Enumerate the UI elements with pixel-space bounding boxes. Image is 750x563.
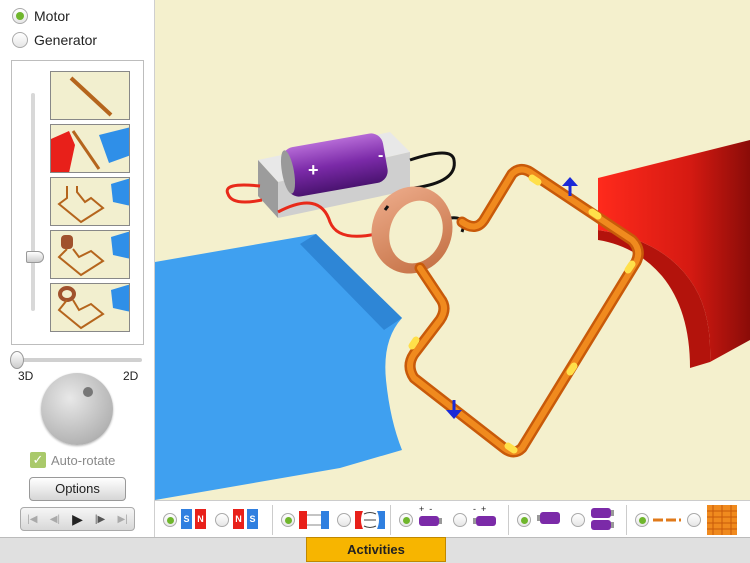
setup-slider-track[interactable] bbox=[31, 93, 35, 311]
step-forward-icon[interactable]: |▶ bbox=[92, 514, 108, 525]
activities-button[interactable]: Activities bbox=[306, 537, 446, 562]
thumb-straight-wire[interactable] bbox=[50, 71, 130, 120]
battery-reverse-icon[interactable]: - + bbox=[473, 505, 497, 533]
battery-plus-label: + bbox=[308, 160, 319, 180]
thumb-loop-with-commutator[interactable] bbox=[50, 230, 130, 279]
knob-indicator-icon bbox=[83, 387, 93, 397]
thumb-loop-with-split-ring[interactable] bbox=[50, 283, 130, 332]
thumb-loop-between-magnets[interactable] bbox=[50, 177, 130, 226]
battery-forward-icon[interactable]: + - bbox=[419, 505, 443, 533]
configuration-toolbar: SN NS + - - + bbox=[155, 500, 750, 538]
one-battery-radio[interactable] bbox=[517, 513, 531, 527]
control-panel: Motor Generator 3D 2D ✓ Auto-rotate Opti… bbox=[0, 0, 155, 537]
view-slider-thumb[interactable] bbox=[10, 351, 24, 369]
battery-forward-radio[interactable] bbox=[399, 513, 413, 527]
battery-reverse-radio[interactable] bbox=[453, 513, 467, 527]
motor-radio-button[interactable] bbox=[12, 8, 28, 24]
curved-poles-radio[interactable] bbox=[337, 513, 351, 527]
playback-controls: |◀ ◀| ▶ |▶ ▶| bbox=[20, 507, 135, 531]
rotation-knob[interactable] bbox=[41, 373, 113, 445]
two-batteries-icon[interactable] bbox=[591, 507, 615, 531]
skip-to-start-icon[interactable]: |◀ bbox=[24, 514, 40, 525]
setup-slider-thumb[interactable] bbox=[26, 251, 44, 263]
battery-direction-group: + - - + bbox=[391, 505, 509, 535]
motor-scene[interactable]: + - bbox=[155, 0, 750, 500]
generator-radio-button[interactable] bbox=[12, 32, 28, 48]
curved-poles-icon[interactable] bbox=[355, 509, 385, 531]
multi-loop-icon[interactable] bbox=[707, 505, 737, 535]
sn-magnets-icon[interactable]: SN bbox=[181, 509, 206, 529]
battery-minus-label: - bbox=[378, 147, 383, 164]
generator-label: Generator bbox=[34, 32, 98, 48]
options-button[interactable]: Options bbox=[29, 477, 126, 501]
view-3d-label: 3D bbox=[18, 369, 34, 383]
generator-radio[interactable]: Generator bbox=[12, 32, 97, 48]
step-back-icon[interactable]: ◀| bbox=[47, 514, 63, 525]
auto-rotate-label: Auto-rotate bbox=[51, 452, 116, 468]
checkmark-icon: ✓ bbox=[30, 452, 46, 468]
motor-label: Motor bbox=[34, 8, 70, 24]
skip-to-end-icon[interactable]: ▶| bbox=[115, 514, 131, 525]
multi-loop-radio[interactable] bbox=[687, 513, 701, 527]
single-loop-radio[interactable] bbox=[635, 513, 649, 527]
flat-poles-icon[interactable] bbox=[299, 509, 329, 531]
motor-radio[interactable]: Motor bbox=[12, 8, 70, 24]
thumb-wire-between-magnets[interactable] bbox=[50, 124, 130, 173]
south-magnet bbox=[155, 234, 402, 500]
polarity-ns-radio[interactable] bbox=[215, 513, 229, 527]
magnet-polarity-group: SN NS bbox=[155, 505, 273, 535]
auto-rotate-checkbox[interactable]: ✓ Auto-rotate bbox=[30, 452, 115, 468]
coil-turns-group bbox=[627, 505, 750, 535]
battery-count-group bbox=[509, 505, 627, 535]
play-icon[interactable]: ▶ bbox=[69, 511, 85, 528]
ns-magnets-icon[interactable]: NS bbox=[233, 509, 258, 529]
polarity-sn-radio[interactable] bbox=[163, 513, 177, 527]
view-2d-label: 2D bbox=[123, 369, 139, 383]
magnet-shape-group bbox=[273, 505, 391, 535]
two-batteries-radio[interactable] bbox=[571, 513, 585, 527]
setup-thumbnails-panel bbox=[11, 60, 144, 345]
one-battery-icon[interactable] bbox=[537, 511, 561, 525]
flat-poles-radio[interactable] bbox=[281, 513, 295, 527]
single-loop-icon[interactable] bbox=[653, 515, 681, 525]
view-slider-track[interactable] bbox=[14, 358, 142, 362]
north-magnet bbox=[598, 140, 750, 368]
